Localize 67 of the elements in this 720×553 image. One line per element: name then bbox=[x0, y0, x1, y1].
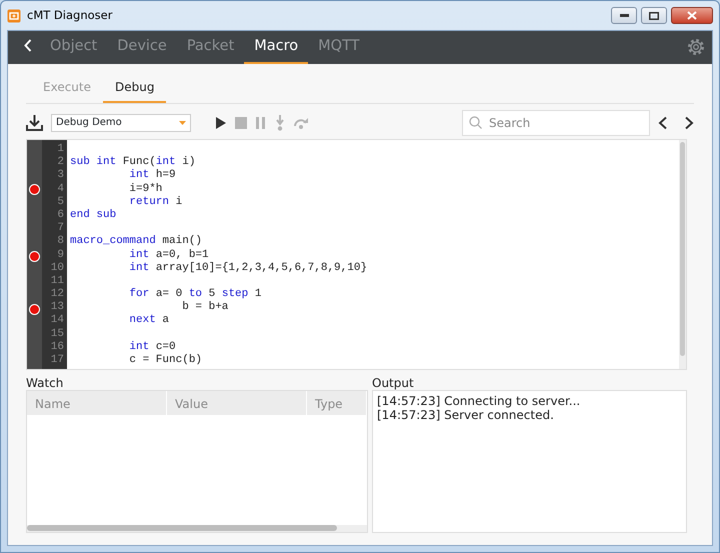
code-line: int c=0 bbox=[129, 340, 176, 353]
scrollbar[interactable] bbox=[679, 140, 686, 369]
minimize-icon bbox=[620, 14, 628, 17]
code-editor[interactable] bbox=[26, 139, 687, 370]
line-number: 17 bbox=[50, 354, 65, 368]
code-line: return i bbox=[129, 196, 182, 208]
next-icon[interactable] bbox=[684, 116, 694, 130]
line-number: 9 bbox=[56, 248, 65, 262]
code-line: macro_command main() bbox=[70, 235, 202, 248]
line-number: 7 bbox=[56, 222, 65, 236]
download-icon[interactable] bbox=[26, 114, 43, 131]
breakpoint-icon[interactable] bbox=[29, 250, 40, 262]
search-field[interactable]: Search bbox=[462, 110, 650, 136]
close-icon bbox=[687, 11, 697, 20]
breakpoint-icon[interactable] bbox=[29, 184, 40, 195]
settings-icon[interactable] bbox=[686, 37, 706, 57]
caret-icon bbox=[179, 120, 186, 124]
log-line: [14:57:23] Connecting to server... bbox=[377, 394, 582, 408]
code-line: sub int Func(int i) bbox=[70, 156, 196, 168]
breakpoint-icon[interactable] bbox=[29, 304, 40, 316]
log-line: [14:57:23] Server connected. bbox=[377, 408, 555, 422]
panel-title: Output bbox=[372, 375, 415, 390]
code-line: end sub bbox=[70, 208, 116, 221]
maximize-button[interactable] bbox=[641, 7, 667, 24]
line-number: 1 bbox=[56, 143, 65, 156]
code-line: b = b+a bbox=[182, 301, 228, 314]
previous-icon[interactable] bbox=[658, 116, 668, 130]
code-line: int h=9 bbox=[129, 169, 176, 182]
nav-tab[interactable]: Object bbox=[40, 31, 108, 64]
line-number: 14 bbox=[50, 314, 65, 328]
line-number: 10 bbox=[50, 262, 65, 275]
line-number: 6 bbox=[56, 208, 65, 222]
app-icon bbox=[7, 8, 21, 22]
line-number: 13 bbox=[50, 301, 65, 314]
minimize-button[interactable] bbox=[611, 7, 637, 24]
column-header[interactable]: Type bbox=[307, 391, 367, 415]
code-line: i=9*h bbox=[129, 182, 162, 195]
line-number: 4 bbox=[56, 182, 65, 196]
window-title: cMT Diagnoser bbox=[27, 6, 112, 24]
nav-tab[interactable]: Macro bbox=[244, 31, 308, 64]
line-number: 5 bbox=[56, 196, 65, 209]
line-number: 2 bbox=[56, 156, 65, 170]
maximize-icon bbox=[649, 12, 659, 20]
code-line: next a bbox=[129, 314, 170, 326]
sub-tab[interactable]: Debug bbox=[103, 74, 166, 103]
nav-tab[interactable]: MQTT bbox=[308, 31, 370, 64]
scrollbar[interactable] bbox=[27, 525, 367, 532]
macro-dropdown[interactable]: Debug Demo bbox=[51, 114, 191, 132]
code-line: c = Func(b) bbox=[129, 354, 202, 366]
sub-tab[interactable]: Execute bbox=[31, 74, 103, 103]
panel-title: Watch bbox=[26, 375, 64, 390]
line-number: 11 bbox=[50, 274, 65, 288]
code-line: int array[10]={1,2,3,4,5,6,7,8,9,10} bbox=[129, 262, 368, 274]
line-number: 15 bbox=[50, 328, 65, 341]
nav-tab[interactable]: Device bbox=[107, 31, 177, 64]
close-button[interactable] bbox=[671, 7, 713, 24]
code-line: int a=0, b=1 bbox=[129, 248, 209, 260]
column-header[interactable]: Value bbox=[167, 391, 307, 415]
line-number: 3 bbox=[56, 169, 65, 183]
column-header[interactable]: Name bbox=[27, 391, 167, 415]
line-number: 12 bbox=[50, 288, 65, 302]
line-number: 16 bbox=[50, 340, 65, 354]
nav-tab[interactable]: Packet bbox=[176, 31, 244, 64]
code-line: for a= 0 to 5 step 1 bbox=[129, 288, 262, 300]
line-number: 8 bbox=[56, 235, 65, 249]
back-icon bbox=[24, 39, 32, 52]
play-icon[interactable] bbox=[215, 116, 227, 130]
